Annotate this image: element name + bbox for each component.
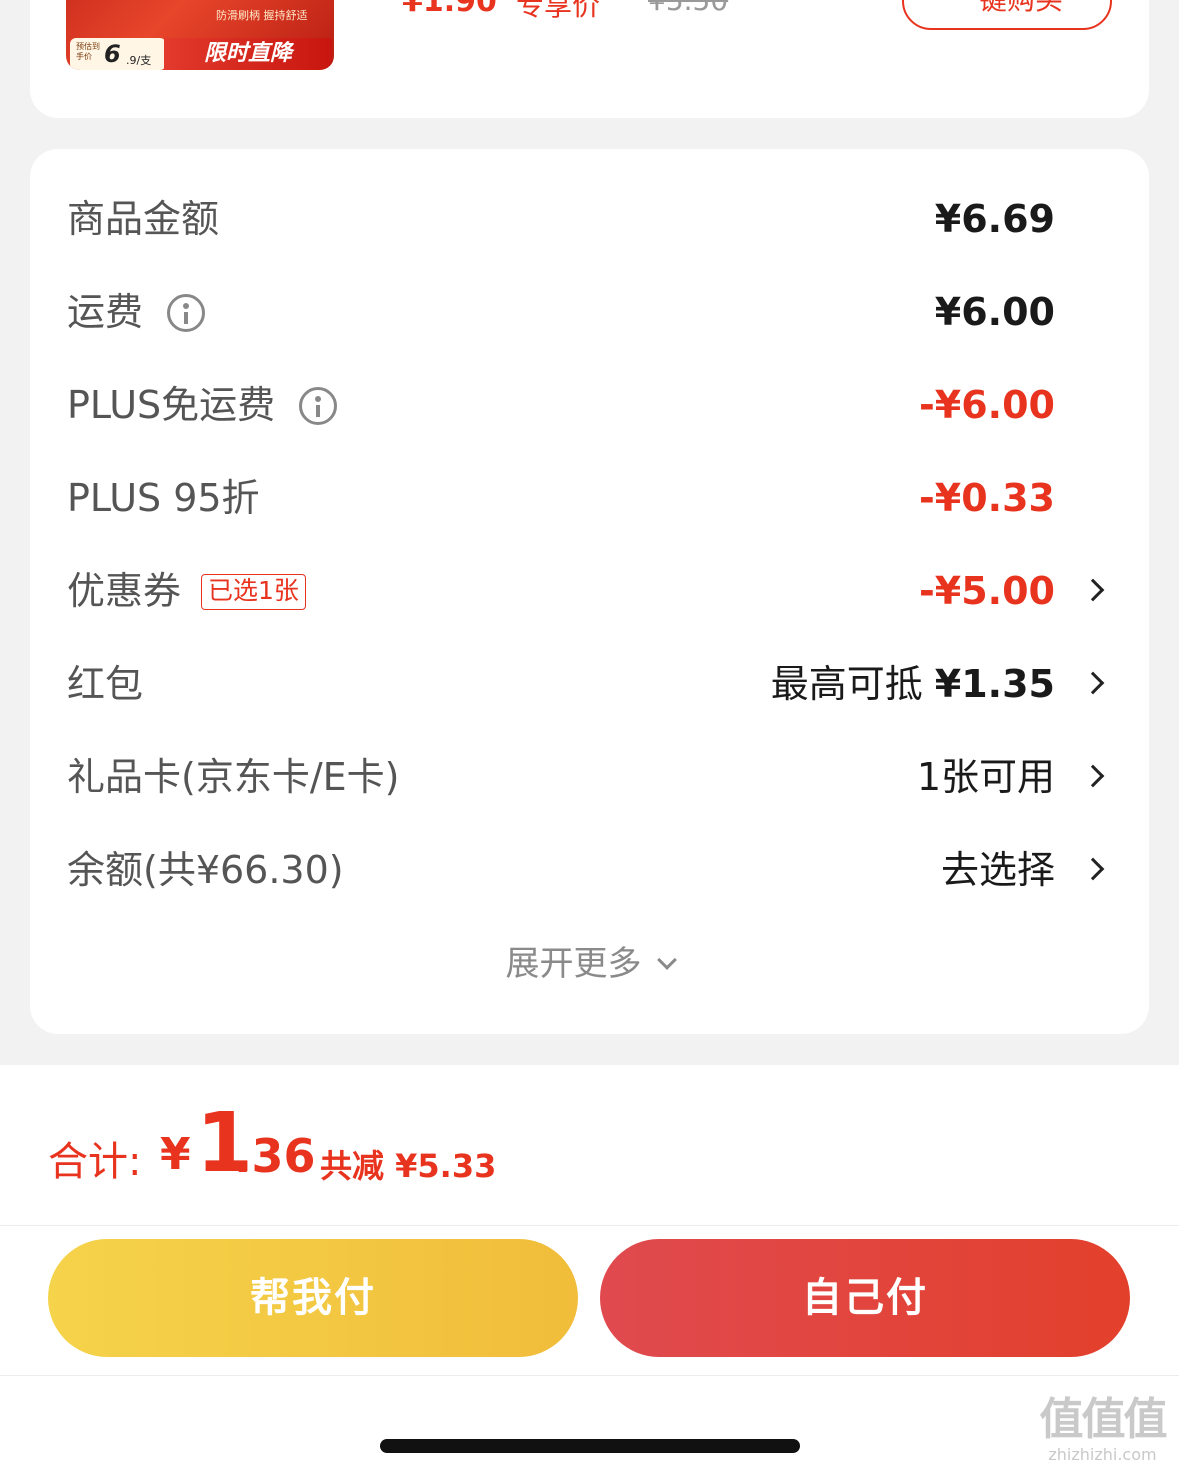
chevron-down-icon <box>656 950 677 970</box>
help-pay-button[interactable]: 帮我付 <box>48 1239 578 1357</box>
plus-free-shipping-value: -¥6.00 <box>919 383 1055 427</box>
plus-free-shipping-row: PLUS免运费 -¥6.00 <box>30 359 1149 452</box>
watermark-url: zhizhizhi.com <box>1048 1445 1157 1464</box>
product-price: ¥1.90 <box>402 0 497 19</box>
total-decimal: .36 <box>234 1129 316 1183</box>
thumb-price: 6 <box>104 40 121 68</box>
divider <box>0 1225 1179 1226</box>
product-thumbnail[interactable]: 防滑刷柄 握持舒适 预估到手价 6 .9/支 限时直降 <box>66 0 334 70</box>
expand-more-label: 展开更多 <box>505 944 642 984</box>
coupon-row[interactable]: 优惠券 已选1张 -¥5.00 <box>30 545 1149 638</box>
watermark-text: 值值值 <box>1039 1394 1168 1445</box>
chevron-right-icon[interactable] <box>1085 761 1105 791</box>
thumb-price-badge: 预估到手价 6 .9/支 <box>70 38 166 70</box>
chevron-right-icon[interactable] <box>1085 668 1105 698</box>
total-currency: ¥ <box>160 1129 191 1180</box>
total-label: 合计: <box>48 1139 142 1185</box>
thumb-slogan: 防滑刷柄 握持舒适 <box>216 9 308 22</box>
balance-label: 余额(共¥66.30) <box>67 848 344 892</box>
order-summary-card: 商品金额 ¥6.69 运费 ¥6.00 PLUS免运费 -¥6.00 PLUS … <box>30 149 1149 1034</box>
product-card: 防滑刷柄 握持舒适 预估到手价 6 .9/支 限时直降 ¥1.90 专享价 ¥5… <box>30 0 1149 118</box>
coupon-value: -¥5.00 <box>919 569 1055 613</box>
plus-discount-value: -¥0.33 <box>919 476 1055 520</box>
product-price-label: 专享价 <box>516 0 601 22</box>
total-bar: 合计: ¥ 1 .36 共减 ¥5.33 <box>0 1065 1179 1225</box>
self-pay-button[interactable]: 自己付 <box>600 1239 1130 1357</box>
plus-discount-row: PLUS 95折 -¥0.33 <box>30 452 1149 545</box>
red-packet-label: 红包 <box>67 662 144 706</box>
expand-more-button[interactable]: 展开更多 <box>30 929 1149 999</box>
shipping-value: ¥6.00 <box>934 290 1055 334</box>
balance-row[interactable]: 余额(共¥66.30) 去选择 <box>30 824 1149 917</box>
checkout-bar: 合计: ¥ 1 .36 共减 ¥5.33 帮我付 自己付 值值值 zhizhiz… <box>0 1065 1179 1478</box>
goods-amount-value: ¥6.69 <box>934 197 1055 241</box>
quick-buy-button[interactable]: 一键购买 <box>902 0 1112 30</box>
goods-amount-row: 商品金额 ¥6.69 <box>30 173 1149 266</box>
balance-value: 去选择 <box>940 848 1055 892</box>
info-icon[interactable] <box>299 386 338 425</box>
plus-free-shipping-label: PLUS免运费 <box>67 359 338 452</box>
home-indicator[interactable] <box>380 1439 800 1453</box>
gift-card-value: 1张可用 <box>916 755 1055 799</box>
coupon-selected-tag: 已选1张 <box>201 573 306 610</box>
thumb-price-unit: .9/支 <box>126 54 152 67</box>
shipping-row: 运费 ¥6.00 <box>30 266 1149 359</box>
plus-discount-label: PLUS 95折 <box>67 476 260 520</box>
chevron-right-icon[interactable] <box>1085 575 1105 605</box>
shipping-label: 运费 <box>67 266 206 359</box>
red-packet-row[interactable]: 红包 最高可抵 ¥1.35 <box>30 638 1149 731</box>
thumb-promo-tag: 限时直降 <box>164 38 332 70</box>
goods-amount-label: 商品金额 <box>67 197 220 241</box>
chevron-right-icon[interactable] <box>1085 854 1105 884</box>
watermark-logo: 值值值 zhizhizhi.com <box>1030 1395 1175 1475</box>
total-saved-amount: 共减 ¥5.33 <box>320 1147 497 1185</box>
product-old-price: ¥5.50 <box>648 0 729 17</box>
coupon-label: 优惠券 已选1张 <box>67 545 306 638</box>
divider <box>0 1375 1179 1376</box>
gift-card-row[interactable]: 礼品卡(京东卡/E卡) 1张可用 <box>30 731 1149 824</box>
info-icon[interactable] <box>167 293 206 332</box>
thumb-estimate-label: 预估到手价 <box>76 42 100 61</box>
gift-card-label: 礼品卡(京东卡/E卡) <box>67 755 400 799</box>
red-packet-value: 最高可抵 ¥1.35 <box>770 662 1055 706</box>
